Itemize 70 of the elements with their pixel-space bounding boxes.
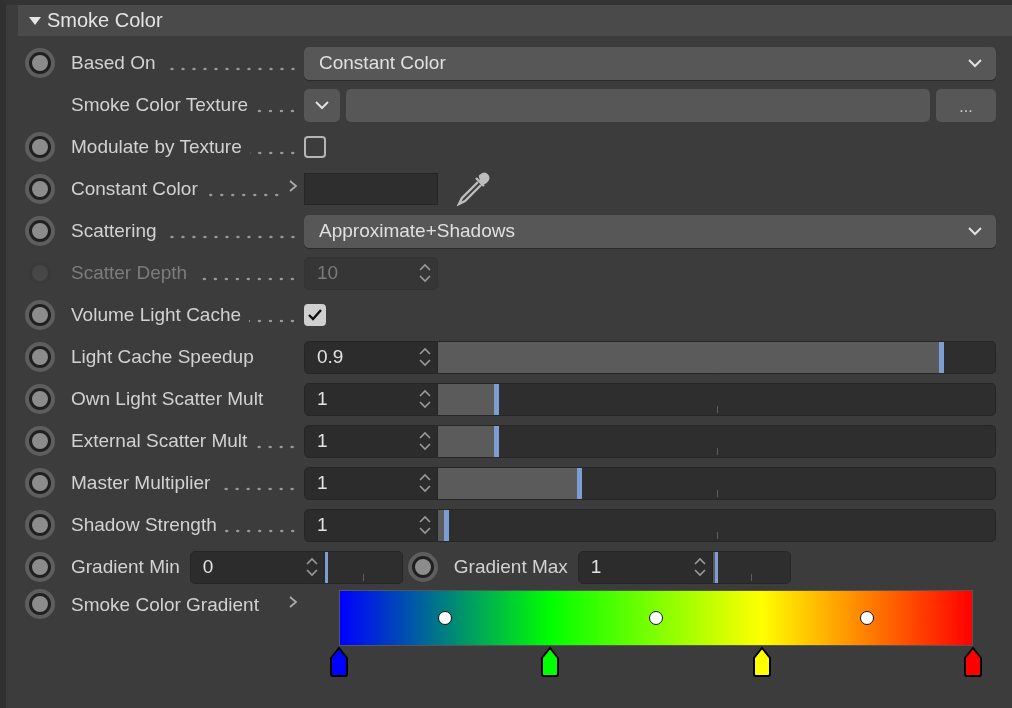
keyframe-button[interactable] (29, 472, 51, 494)
check-icon (307, 308, 323, 322)
spinner-icon[interactable] (305, 556, 318, 578)
keyframe-button[interactable] (29, 593, 51, 615)
chevron-right-icon[interactable] (288, 595, 298, 609)
field-label: Constant Color (71, 178, 198, 200)
spinner-icon[interactable] (419, 430, 431, 452)
spinner-icon[interactable] (693, 556, 706, 578)
chevron-down-icon (968, 226, 982, 236)
field-label: External Scatter Mult (71, 430, 248, 452)
field-label: Based On (71, 52, 156, 74)
gradient-knot[interactable] (649, 611, 663, 625)
chevron-down-icon (315, 100, 329, 110)
field-label: Scattering (71, 220, 157, 242)
chevron-right-icon[interactable] (288, 179, 298, 193)
dropdown[interactable]: Constant Color (304, 46, 996, 80)
slider-fill[interactable] (438, 509, 449, 541)
spinner-icon[interactable] (419, 514, 431, 536)
keyframe-button[interactable] (411, 556, 434, 578)
gradient-stop[interactable] (750, 646, 773, 678)
gradient-knot[interactable] (859, 611, 874, 625)
keyframe-button[interactable] (29, 430, 51, 452)
number-field[interactable]: 1 (304, 508, 438, 542)
spinner-icon[interactable] (419, 472, 431, 494)
field-label: Own Light Scatter Mult (71, 388, 264, 410)
keyframe-button[interactable] (29, 388, 51, 410)
field-label: Smoke Color Gradient (71, 594, 259, 616)
number-field[interactable]: 1 (577, 550, 713, 584)
field-label: Master Multiplier (71, 472, 211, 494)
field-label: Volume Light Cache (71, 304, 242, 326)
field-label: Light Cache Speedup (71, 346, 254, 368)
keyframe-button[interactable] (29, 178, 51, 200)
dropdown-button[interactable] (304, 88, 340, 122)
browse-button[interactable]: ... (936, 88, 996, 122)
checkbox[interactable] (304, 304, 326, 326)
keyframe-button[interactable] (29, 514, 51, 536)
slider-fill[interactable] (438, 467, 583, 499)
spinner-icon[interactable] (419, 388, 431, 410)
gradient-bar[interactable] (339, 590, 973, 646)
field-label: Smoke Color Texture (71, 94, 249, 116)
keyframe-button[interactable] (29, 52, 51, 74)
keyframe-button[interactable] (29, 304, 51, 326)
section-title: Smoke Color (47, 9, 163, 32)
slider-fill[interactable] (438, 425, 499, 457)
field-label: Modulate by Texture (71, 136, 242, 158)
field-label: Gradient Max (453, 556, 568, 578)
keyframe-button[interactable] (29, 556, 51, 578)
spinner-icon[interactable] (419, 346, 431, 368)
slider-fill[interactable] (438, 383, 499, 415)
eyedropper-icon[interactable] (454, 172, 490, 206)
keyframe-button[interactable] (29, 346, 51, 368)
slider-fill[interactable] (324, 551, 328, 583)
number-field[interactable]: 0.9 (304, 340, 438, 374)
field-label: Shadow Strength (71, 514, 217, 536)
field-label: Gradient Min (71, 556, 180, 578)
slider-fill[interactable] (712, 551, 719, 583)
keyframe-button[interactable] (29, 136, 51, 158)
number-field[interactable]: 1 (304, 466, 438, 500)
number-field[interactable]: 0 (189, 550, 325, 584)
chevron-down-icon (968, 58, 982, 68)
texture-field[interactable] (346, 88, 930, 122)
section-header[interactable]: Smoke Color (18, 5, 1012, 36)
checkbox[interactable] (304, 136, 326, 158)
gradient-stop[interactable] (539, 646, 562, 678)
dropdown[interactable]: Approximate+Shadows (304, 214, 996, 248)
number-field[interactable]: 1 (304, 382, 438, 416)
keyframe-button[interactable] (29, 220, 51, 242)
number-field[interactable]: 1 (304, 424, 438, 458)
field-label: Scatter Depth (71, 262, 188, 284)
gradient-knot[interactable] (438, 611, 453, 625)
